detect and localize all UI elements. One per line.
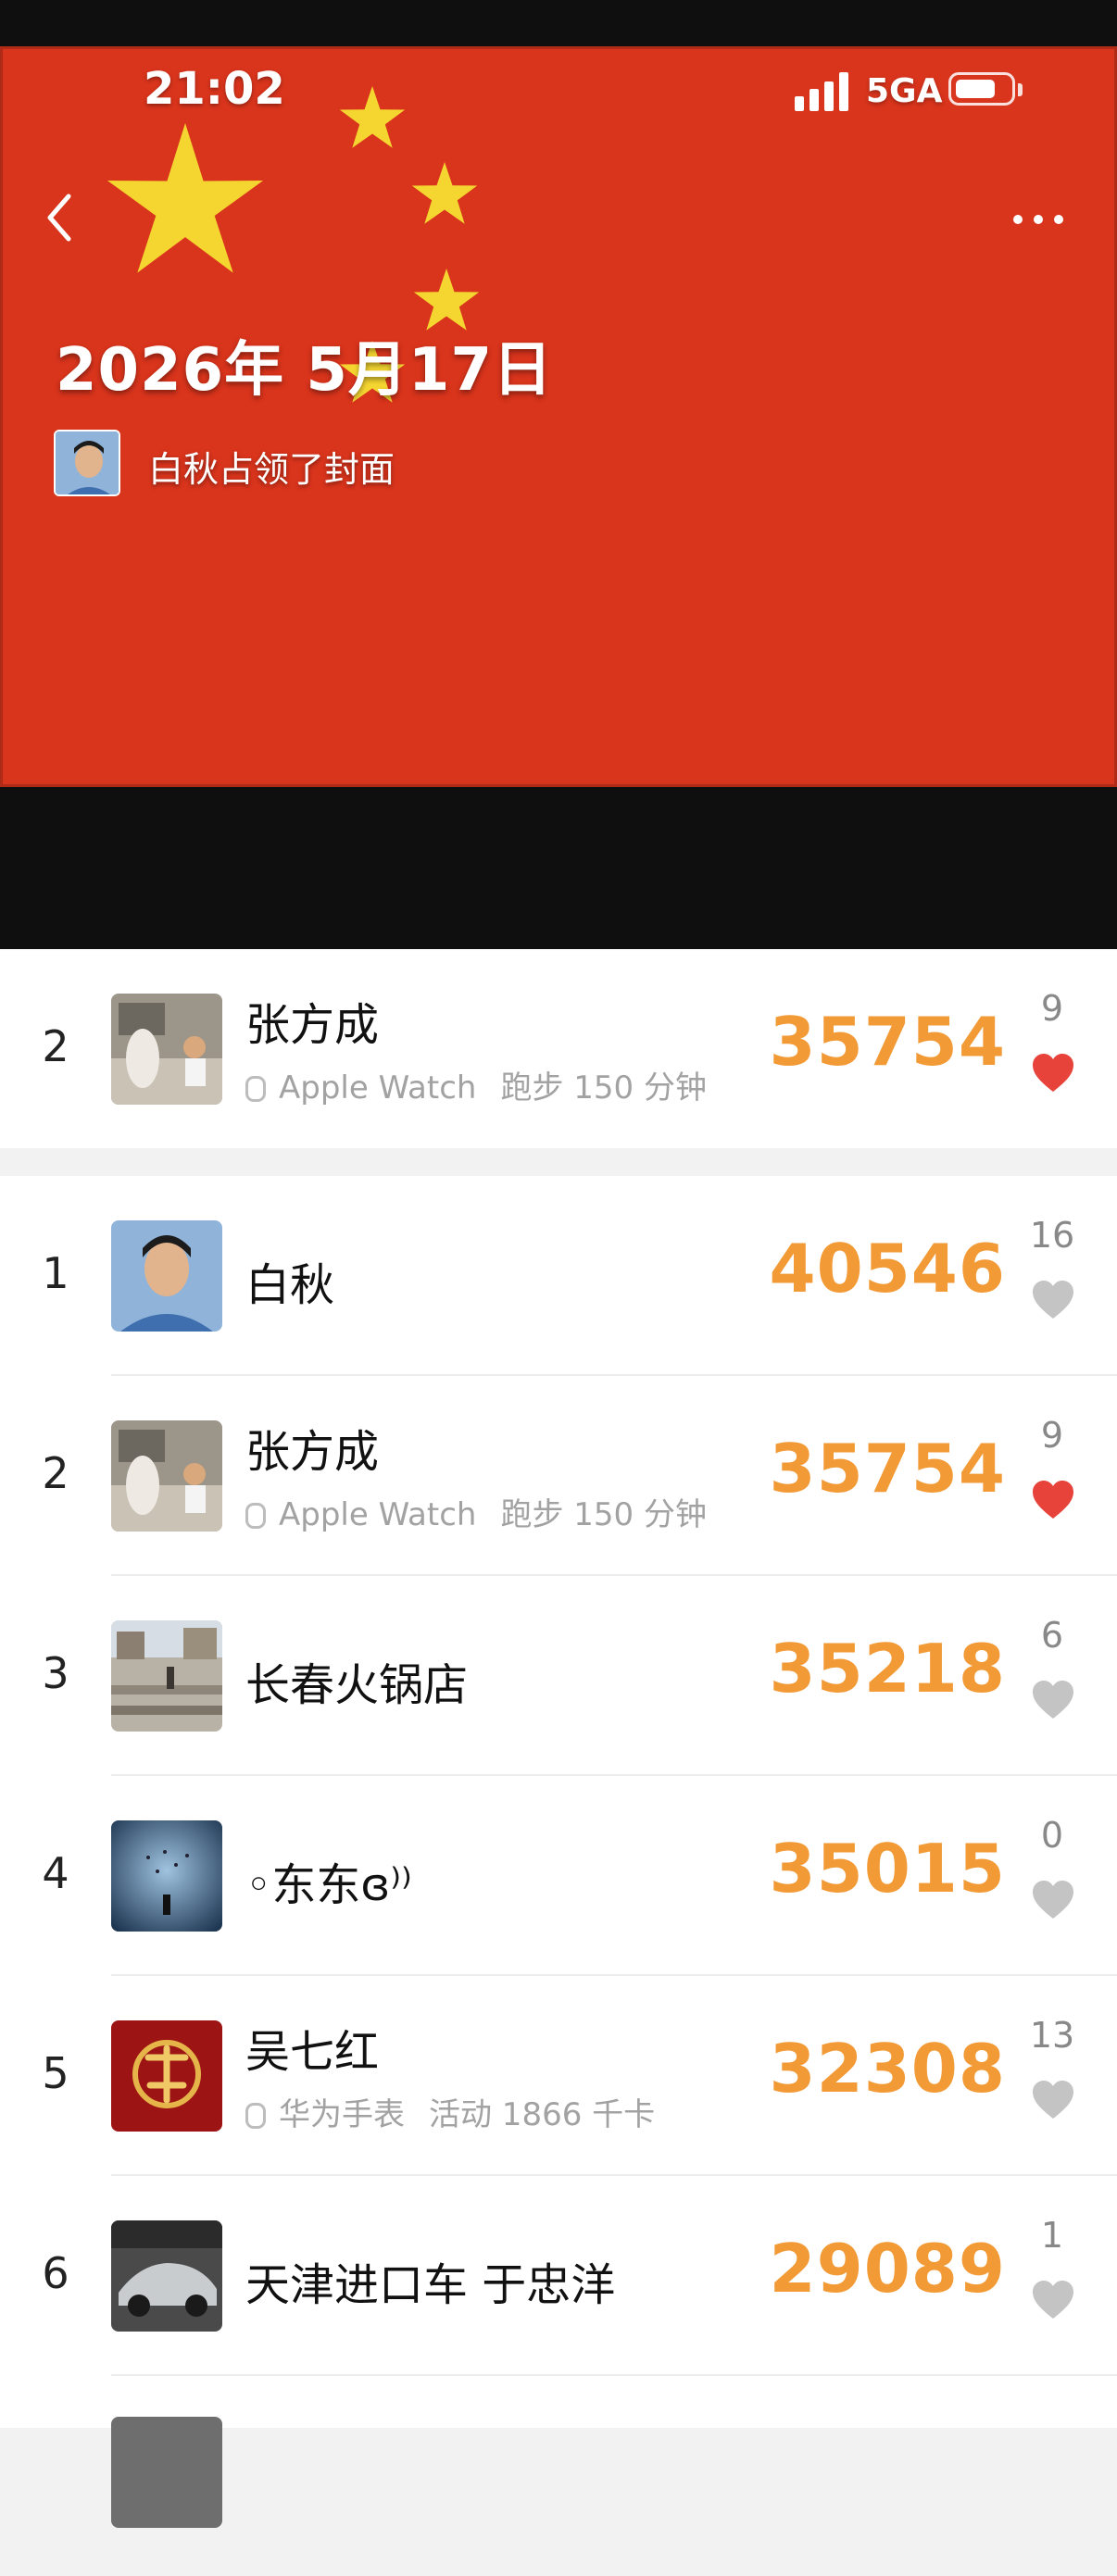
heart-icon[interactable] — [1031, 2280, 1075, 2320]
more-dots-icon — [1013, 215, 1023, 224]
like-count: 9 — [1040, 1415, 1064, 1456]
activity-text: 活动 1866 千卡 — [429, 2096, 656, 2133]
list-item[interactable]: 6 天津进口车 于忠洋 29089 1 — [0, 2176, 1117, 2376]
watch-icon — [245, 2103, 266, 2129]
like-count: 13 — [1029, 2015, 1075, 2056]
list-item[interactable]: 5 吴七红 华为手表 活动 1866 千卡 32308 13 — [0, 1976, 1117, 2176]
avatar[interactable] — [54, 430, 120, 496]
step-count: 32308 — [769, 2030, 1006, 2107]
ranking-list: 1 白秋 40546 16 2 张方成 Apple Watch 跑步 150 分… — [0, 1176, 1117, 2528]
status-time: 21:02 — [144, 63, 285, 115]
rank-number: 2 — [42, 1448, 69, 1498]
list-item[interactable] — [0, 2376, 1117, 2576]
like-count: 6 — [1040, 1615, 1064, 1656]
like-count: 16 — [1029, 1215, 1075, 1256]
more-button[interactable] — [1006, 194, 1071, 241]
rank-number: 2 — [42, 1021, 69, 1071]
device-activity: 华为手表 活动 1866 千卡 — [245, 2089, 655, 2134]
watch-icon — [245, 1076, 266, 1102]
avatar-image — [111, 1820, 222, 1932]
avatar-image — [111, 994, 222, 1105]
step-count: 40546 — [769, 1230, 1006, 1307]
avatar-image — [111, 1620, 222, 1732]
avatar[interactable] — [111, 1820, 222, 1932]
flag-stars — [107, 86, 480, 403]
activity-text: 跑步 150 分钟 — [500, 1496, 707, 1533]
heart-icon[interactable] — [1031, 1680, 1075, 1720]
large-star — [107, 123, 264, 273]
rank-number: 3 — [42, 1648, 69, 1698]
cover-image[interactable] — [0, 46, 1117, 787]
avatar[interactable] — [111, 2417, 222, 2528]
avatar-image — [111, 2220, 222, 2332]
list-item[interactable]: 2 张方成 Apple Watch 跑步 150 分钟 35754 9 — [0, 949, 1117, 1149]
watch-icon — [245, 1503, 266, 1529]
heart-icon[interactable] — [1031, 1880, 1075, 1920]
like-count: 9 — [1040, 988, 1064, 1029]
user-name: 张方成 — [245, 1426, 380, 1478]
heart-icon[interactable] — [1031, 1480, 1075, 1520]
cover-owner-text: 白秋占领了封面 — [148, 449, 395, 490]
small-star — [413, 269, 480, 331]
avatar-image — [111, 2417, 222, 2528]
step-count: 35218 — [769, 1630, 1006, 1707]
heart-icon[interactable] — [1031, 1280, 1075, 1320]
signal-icon — [795, 70, 850, 111]
device-activity: Apple Watch 跑步 150 分钟 — [245, 1489, 707, 1534]
rank-number: 6 — [42, 2248, 69, 2298]
step-count: 35754 — [769, 1003, 1006, 1081]
device-name: Apple Watch — [279, 1069, 477, 1107]
avatar-image — [111, 1220, 222, 1332]
user-name: ◦东东ɞ⁾⁾ — [245, 1859, 412, 1911]
avatar[interactable] — [111, 2220, 222, 2332]
device-name: 华为手表 — [279, 2096, 405, 2133]
step-count: 29089 — [769, 2230, 1006, 2307]
cover-date: 2026年 5月17日 — [56, 336, 553, 405]
step-count: 35015 — [769, 1830, 1006, 1907]
avatar-image — [56, 431, 119, 494]
like-count: 0 — [1040, 1815, 1064, 1856]
avatar-image — [111, 1420, 222, 1532]
user-name: 长春火锅店 — [245, 1659, 469, 1711]
like-count: 1 — [1040, 2215, 1064, 2256]
status-bar: 21:02 5GA — [0, 56, 1117, 130]
avatar[interactable] — [111, 1220, 222, 1332]
avatar[interactable] — [111, 994, 222, 1105]
list-item[interactable]: 2 张方成 Apple Watch 跑步 150 分钟 35754 9 — [0, 1376, 1117, 1576]
user-name: 张方成 — [245, 999, 380, 1051]
device-name: Apple Watch — [279, 1496, 477, 1533]
avatar[interactable] — [111, 2020, 222, 2132]
heart-icon[interactable] — [1031, 2080, 1075, 2120]
step-count: 35754 — [769, 1430, 1006, 1507]
chevron-left-icon — [47, 194, 71, 242]
user-name: 天津进口车 于忠洋 — [245, 2259, 616, 2311]
rank-number: 4 — [42, 1848, 69, 1898]
small-star — [411, 162, 478, 224]
list-item[interactable]: 3 长春火锅店 35218 6 — [0, 1576, 1117, 1776]
heart-icon[interactable] — [1031, 1053, 1075, 1094]
activity-text: 跑步 150 分钟 — [500, 1069, 707, 1107]
device-activity: Apple Watch 跑步 150 分钟 — [245, 1062, 707, 1107]
user-name: 白秋 — [245, 1259, 335, 1311]
list-item[interactable]: 4 ◦东东ɞ⁾⁾ 35015 0 — [0, 1776, 1117, 1976]
battery-tip — [1018, 83, 1023, 96]
list-item[interactable]: 1 白秋 40546 16 — [0, 1176, 1117, 1376]
avatar-image — [111, 2020, 222, 2132]
back-button[interactable] — [37, 185, 83, 250]
rank-number: 1 — [42, 1248, 69, 1298]
my-rank-row[interactable]: 2 张方成 Apple Watch 跑步 150 分钟 35754 9 — [0, 949, 1117, 1148]
user-name: 吴七红 — [245, 2026, 380, 2078]
avatar[interactable] — [111, 1420, 222, 1532]
rank-number: 5 — [42, 2048, 69, 2098]
avatar[interactable] — [111, 1620, 222, 1732]
network-type: 5GA — [866, 72, 943, 110]
battery-icon — [948, 72, 1015, 106]
